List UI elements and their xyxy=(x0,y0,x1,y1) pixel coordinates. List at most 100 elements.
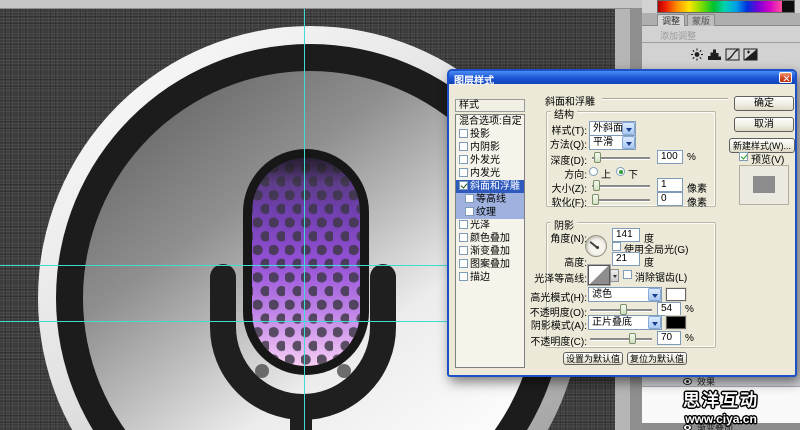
style-item-inner-glow[interactable]: 内发光 xyxy=(456,167,524,180)
shadow-mode-select[interactable]: 正片叠底 xyxy=(588,315,662,330)
soften-label: 软化(F): xyxy=(523,194,587,209)
contour-chevron-icon[interactable] xyxy=(610,269,619,282)
structure-legend: 结构 xyxy=(551,106,577,121)
checkbox-checked[interactable] xyxy=(459,181,468,190)
direction-down-radio[interactable] xyxy=(616,167,625,176)
technique-label: 方法(Q): xyxy=(523,136,587,151)
highlight-opacity-unit: % xyxy=(685,304,694,315)
style-item-drop-shadow[interactable]: 投影 xyxy=(456,128,524,141)
tab-masks[interactable]: 蒙版 xyxy=(687,14,715,26)
size-input[interactable]: 1 xyxy=(657,178,683,192)
angle-dial-center xyxy=(596,246,599,249)
checkbox[interactable] xyxy=(459,233,468,242)
chevron-down-icon[interactable] xyxy=(648,288,661,301)
style-select[interactable]: 外斜面 xyxy=(589,121,636,136)
dialog-titlebar[interactable]: 图层样式 xyxy=(449,71,795,84)
style-item-bevel-emboss[interactable]: 斜面和浮雕 xyxy=(456,180,524,193)
visibility-eye-icon[interactable] xyxy=(683,378,692,385)
brightness-contrast-icon[interactable] xyxy=(689,48,705,61)
gloss-contour-label: 光泽等高线: xyxy=(523,270,587,285)
shadow-color-swatch[interactable] xyxy=(666,316,686,329)
shadow-opacity-input[interactable]: 70 xyxy=(657,331,681,345)
anti-alias-label: 消除锯齿(L) xyxy=(635,269,687,284)
use-global-light-checkbox[interactable] xyxy=(612,242,621,251)
style-item-gradient-overlay[interactable]: 渐变叠加 xyxy=(456,245,524,258)
style-item-satin[interactable]: 光泽 xyxy=(456,219,524,232)
style-item-blending-options[interactable]: 混合选项:自定 xyxy=(456,115,524,128)
style-label: 样式(T): xyxy=(523,122,587,137)
checkbox[interactable] xyxy=(459,272,468,281)
highlight-color-swatch[interactable] xyxy=(666,288,686,301)
vertical-guide xyxy=(304,9,305,430)
highlight-opacity-thumb[interactable] xyxy=(620,304,627,315)
checkbox[interactable] xyxy=(459,246,468,255)
shadow-mode-label: 阴影模式(A): xyxy=(523,317,587,332)
style-item-texture[interactable]: 纹理 xyxy=(456,206,524,219)
anti-alias-checkbox[interactable] xyxy=(623,270,632,279)
soften-slider[interactable] xyxy=(592,199,650,201)
depth-input[interactable]: 100 xyxy=(657,150,683,164)
checkbox[interactable] xyxy=(459,155,468,164)
shadow-opacity-slider[interactable] xyxy=(590,338,652,340)
size-unit: 像素 xyxy=(687,180,707,195)
dialog-title: 图层样式 xyxy=(454,72,494,87)
altitude-input[interactable]: 21 xyxy=(612,252,640,266)
gloss-contour-swatch[interactable] xyxy=(588,265,610,285)
direction-label: 方向: xyxy=(523,166,587,181)
direction-down-label: 下 xyxy=(628,166,638,181)
technique-select[interactable]: 平滑 xyxy=(589,135,636,150)
set-default-button[interactable]: 设置为默认值 xyxy=(563,352,623,365)
section-divider xyxy=(602,98,728,99)
checkbox[interactable] xyxy=(459,168,468,177)
depth-label: 深度(D): xyxy=(523,152,587,167)
levels-icon[interactable] xyxy=(707,48,723,61)
size-slider-thumb[interactable] xyxy=(593,180,600,191)
checkbox[interactable] xyxy=(459,259,468,268)
highlight-mode-label: 高光模式(H): xyxy=(523,289,587,304)
checkbox[interactable] xyxy=(465,194,474,203)
angle-input[interactable]: 141 xyxy=(612,228,640,242)
shadow-opacity-thumb[interactable] xyxy=(629,333,636,344)
style-item-inner-shadow[interactable]: 内阴影 xyxy=(456,141,524,154)
highlight-mode-select[interactable]: 滤色 xyxy=(588,287,662,302)
direction-up-radio[interactable] xyxy=(589,167,598,176)
checkbox[interactable] xyxy=(459,142,468,151)
tab-adjustments[interactable]: 调整 xyxy=(657,14,685,26)
watermark-url: www.ciya.cn xyxy=(642,412,800,426)
preview-checkbox[interactable] xyxy=(739,152,748,161)
style-item-color-overlay[interactable]: 颜色叠加 xyxy=(456,232,524,245)
spectrum-black-swatch[interactable] xyxy=(782,1,794,12)
layer-style-dialog: 图层样式 样式 混合选项:自定 投影 内阴影 外发光 内发光 斜面和浮雕 等高线… xyxy=(447,69,797,377)
soften-input[interactable]: 0 xyxy=(657,192,683,206)
add-adjustment-hint: 添加调整 xyxy=(660,29,696,42)
exposure-icon[interactable] xyxy=(743,48,759,61)
color-spectrum-bar[interactable] xyxy=(657,0,795,13)
chevron-down-icon[interactable] xyxy=(648,316,661,329)
spectrum-gradient[interactable] xyxy=(658,1,782,12)
style-item-stroke[interactable]: 描边 xyxy=(456,271,524,284)
altitude-unit: 度 xyxy=(644,254,654,269)
highlight-opacity-input[interactable]: 54 xyxy=(657,302,681,316)
styles-listbox: 混合选项:自定 投影 内阴影 外发光 内发光 斜面和浮雕 等高线 纹理 光泽 颜… xyxy=(455,114,525,368)
curves-icon[interactable] xyxy=(725,48,741,61)
soften-unit: 像素 xyxy=(687,194,707,209)
close-icon[interactable] xyxy=(779,72,792,83)
soften-slider-thumb[interactable] xyxy=(592,194,599,205)
checkbox[interactable] xyxy=(459,220,468,229)
checkbox[interactable] xyxy=(459,129,468,138)
style-item-contour[interactable]: 等高线 xyxy=(456,193,524,206)
depth-slider-thumb[interactable] xyxy=(594,152,601,163)
cancel-button[interactable]: 取消 xyxy=(734,117,794,132)
watermark-title: 思洋互动 xyxy=(642,386,800,411)
style-item-pattern-overlay[interactable]: 图案叠加 xyxy=(456,258,524,271)
panel-tabbar: 调整 蒙版 xyxy=(642,13,800,26)
reset-default-button[interactable]: 复位为默认值 xyxy=(627,352,687,365)
style-item-outer-glow[interactable]: 外发光 xyxy=(456,154,524,167)
size-label: 大小(Z): xyxy=(523,180,587,195)
chevron-down-icon[interactable] xyxy=(622,136,635,149)
angle-dial[interactable] xyxy=(585,235,607,257)
checkbox[interactable] xyxy=(465,207,474,216)
chevron-down-icon[interactable] xyxy=(622,122,635,135)
size-slider[interactable] xyxy=(592,185,650,187)
ok-button[interactable]: 确定 xyxy=(734,96,794,111)
